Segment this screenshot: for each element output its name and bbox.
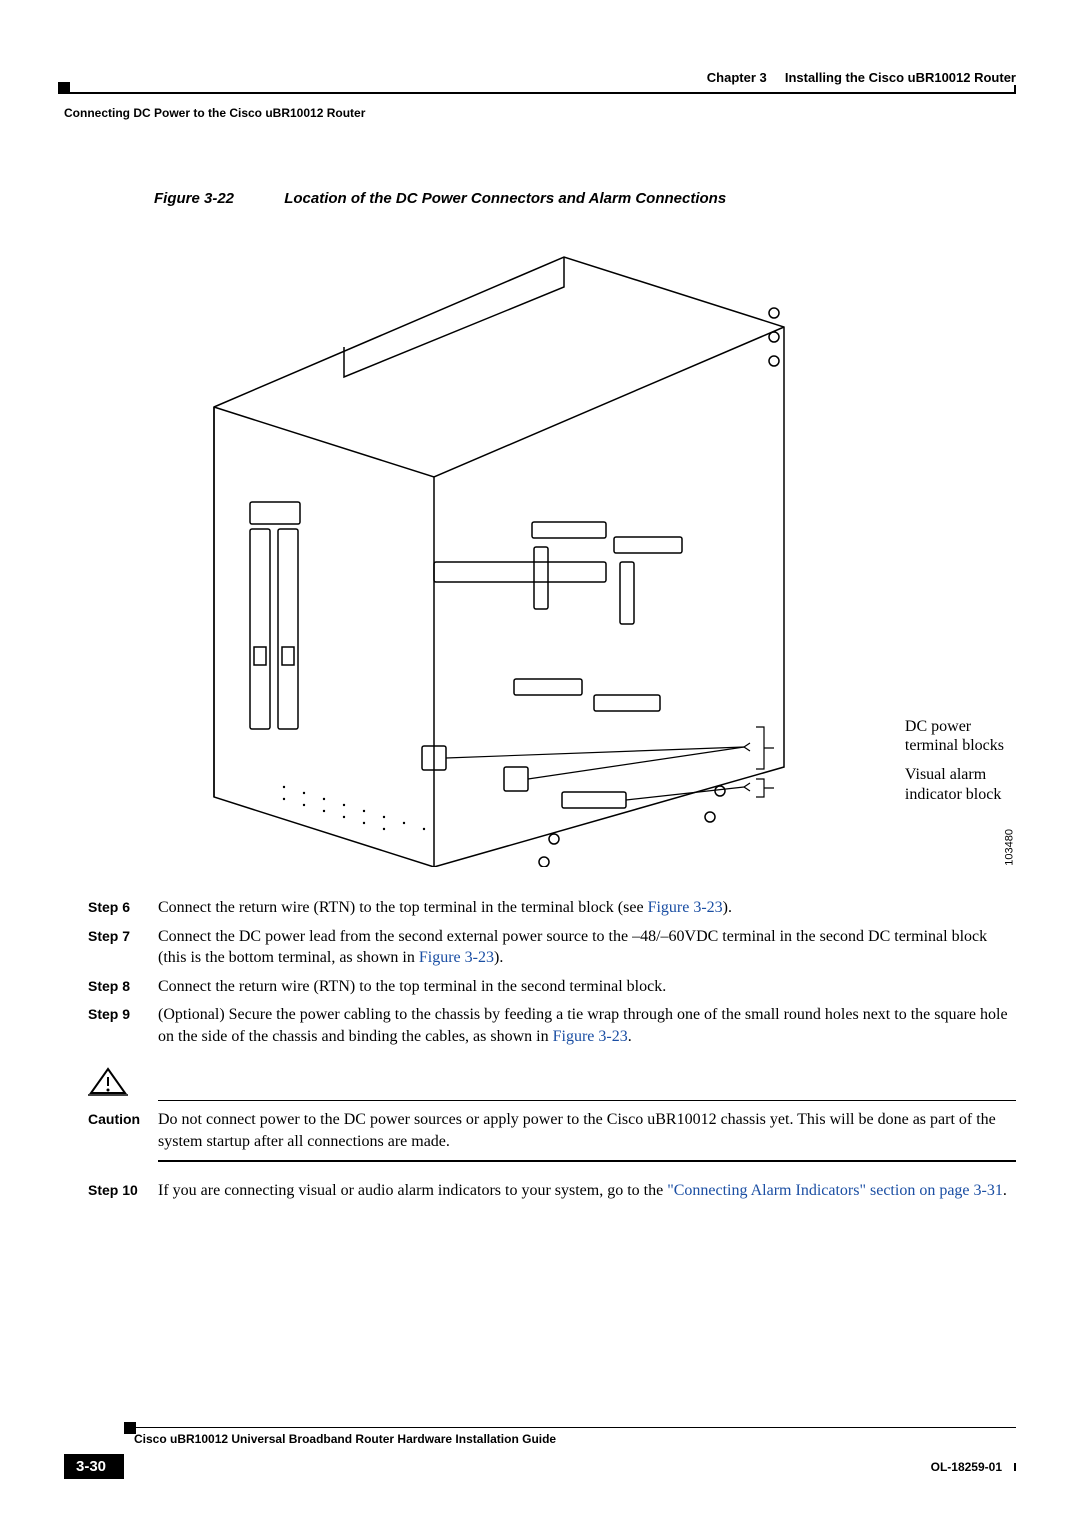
step-label: Step 7 (88, 926, 158, 969)
step-label: Step 6 (88, 897, 158, 919)
figure-3-23-link[interactable]: Figure 3-23 (553, 1028, 628, 1045)
figure-image-id: 103480 (1004, 829, 1016, 866)
step-text: If you are connecting visual or audio al… (158, 1180, 1016, 1202)
caution-row: Caution Do not connect power to the DC p… (88, 1109, 1016, 1152)
document-id: OL-18259-01 (931, 1460, 1002, 1474)
caution-text: Do not connect power to the DC power sou… (158, 1109, 1016, 1152)
callout-visual-alarm: Visual alarm indicator block (905, 765, 1004, 803)
chapter-title: Installing the Cisco uBR10012 Router (785, 70, 1016, 85)
text: ). (494, 949, 503, 966)
figure-title: Location of the DC Power Connectors and … (284, 190, 726, 207)
callout-dc-power: DC power terminal blocks (905, 717, 1004, 755)
step-7: Step 7 Connect the DC power lead from th… (88, 926, 1016, 969)
figure-image: DC power terminal blocks Visual alarm in… (154, 227, 874, 867)
step-9: Step 9 (Optional) Secure the power cabli… (88, 1004, 1016, 1047)
figure-3-23-link[interactable]: Figure 3-23 (648, 899, 723, 916)
page-number: 3-30 (64, 1454, 124, 1479)
step-text: Connect the return wire (RTN) to the top… (158, 897, 1016, 919)
chapter-prefix: Chapter 3 (707, 70, 767, 85)
header-right-tick-icon (1014, 85, 1016, 92)
figure-caption: Figure 3-22 Location of the DC Power Con… (154, 190, 1016, 207)
step-8: Step 8 Connect the return wire (RTN) to … (88, 976, 1016, 998)
text: . (1003, 1182, 1007, 1199)
figure-callouts: DC power terminal blocks Visual alarm in… (905, 717, 1004, 814)
caution-label: Caution (88, 1109, 158, 1152)
connecting-alarm-indicators-link[interactable]: "Connecting Alarm Indicators" section on… (667, 1182, 1003, 1199)
figure-3-23-link[interactable]: Figure 3-23 (419, 949, 494, 966)
text: ). (723, 899, 732, 916)
page-header: Chapter 3 Installing the Cisco uBR10012 … (64, 70, 1016, 100)
chassis-diagram-icon (154, 227, 874, 867)
caution-divider (158, 1100, 1016, 1102)
footer-row: 3-30 OL-18259-01 (64, 1454, 1016, 1479)
caution-divider (158, 1160, 1016, 1162)
step-6: Step 6 Connect the return wire (RTN) to … (88, 897, 1016, 919)
page: Chapter 3 Installing the Cisco uBR10012 … (0, 0, 1080, 1527)
figure-number: Figure 3-22 (154, 190, 234, 207)
step-label: Step 10 (88, 1180, 158, 1202)
chapter-line: Chapter 3 Installing the Cisco uBR10012 … (707, 70, 1016, 85)
step-text: (Optional) Secure the power cabling to t… (158, 1004, 1016, 1047)
section-title: Connecting DC Power to the Cisco uBR1001… (64, 106, 1016, 120)
callout-text: indicator block (905, 785, 1004, 804)
step-10: Step 10 If you are connecting visual or … (88, 1180, 1016, 1202)
step-text: Connect the DC power lead from the secon… (158, 926, 1016, 969)
footer-marker-icon (124, 1422, 136, 1434)
caution-icon-row (88, 1066, 1016, 1096)
page-footer: Cisco uBR10012 Universal Broadband Route… (64, 1427, 1016, 1480)
footer-rule (134, 1427, 1016, 1429)
text: If you are connecting visual or audio al… (158, 1182, 667, 1199)
text: Connect the return wire (RTN) to the top… (158, 899, 648, 916)
step-label: Step 8 (88, 976, 158, 998)
text: Connect the DC power lead from the secon… (158, 928, 987, 967)
footer-tick-icon (1014, 1463, 1016, 1471)
step-label: Step 9 (88, 1004, 158, 1047)
callout-text: terminal blocks (905, 736, 1004, 755)
step-text: Connect the return wire (RTN) to the top… (158, 976, 1016, 998)
footer-guide-title: Cisco uBR10012 Universal Broadband Route… (134, 1432, 1016, 1446)
caution-triangle-icon (88, 1066, 128, 1096)
caution-block: Caution Do not connect power to the DC p… (88, 1066, 1016, 1162)
callout-text: Visual alarm (905, 765, 1004, 784)
callout-text: DC power (905, 717, 1004, 736)
text: . (628, 1028, 632, 1045)
header-rule (64, 92, 1016, 94)
